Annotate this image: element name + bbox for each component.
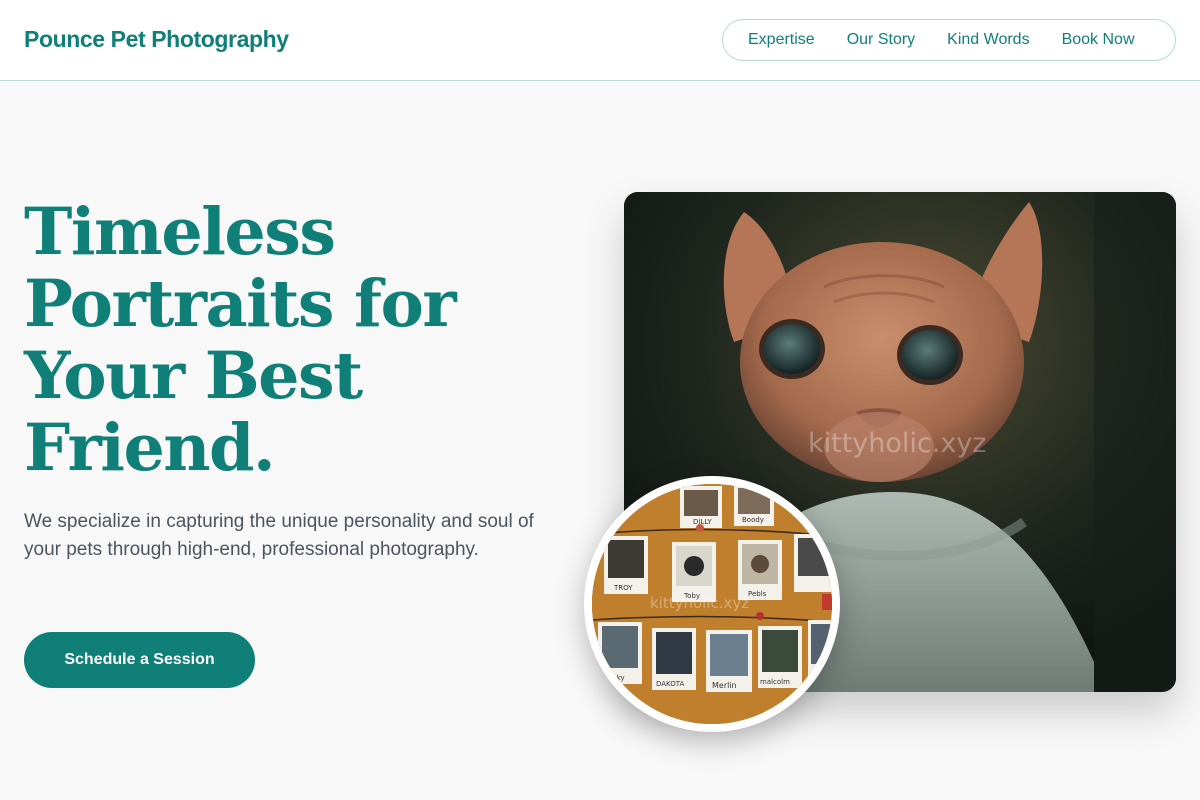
caption-dilly: DILLY bbox=[693, 518, 712, 526]
polaroid-wall-photo: DILLY Boody TROY Toby Pebls DAKOTA Merli… bbox=[592, 484, 832, 724]
hero-subhead: We specialize in capturing the unique pe… bbox=[24, 511, 534, 560]
caption-rocky: Rocky bbox=[604, 674, 625, 682]
inset-photo-watermark: kittyholic.xyz bbox=[650, 594, 750, 612]
headline-line-1: Timeless bbox=[24, 194, 336, 270]
site-header: Pounce Pet Photography Expertise Our Sto… bbox=[0, 0, 1200, 81]
main-nav: Expertise Our Story Kind Words Book Now bbox=[722, 19, 1176, 61]
main-photo-watermark: kittyholic.xyz bbox=[808, 428, 987, 459]
nav-link-book-now[interactable]: Book Now bbox=[1062, 31, 1135, 49]
caption-pebls: Pebls bbox=[748, 590, 767, 598]
schedule-session-button[interactable]: Schedule a Session bbox=[24, 632, 255, 688]
caption-merlin: Merlin bbox=[712, 681, 737, 690]
nav-link-kind-words[interactable]: Kind Words bbox=[947, 31, 1029, 49]
nav-link-our-story[interactable]: Our Story bbox=[847, 31, 915, 49]
headline-line-2: Portraits for bbox=[24, 266, 457, 342]
hero-headline: Timeless Portraits for Your Best Friend. bbox=[24, 196, 584, 484]
brand-logo-text[interactable]: Pounce Pet Photography bbox=[24, 26, 289, 53]
caption-boody: Boody bbox=[742, 516, 764, 524]
headline-line-3: Your Best bbox=[24, 338, 363, 414]
polaroid-wall-inset: DILLY Boody TROY Toby Pebls DAKOTA Merli… bbox=[584, 476, 840, 732]
caption-malcolm: malcolm bbox=[760, 678, 790, 686]
caption-dakota: DAKOTA bbox=[656, 680, 685, 688]
headline-line-4: Friend. bbox=[24, 410, 276, 486]
caption-troy: TROY bbox=[613, 584, 633, 592]
nav-link-expertise[interactable]: Expertise bbox=[748, 31, 815, 49]
